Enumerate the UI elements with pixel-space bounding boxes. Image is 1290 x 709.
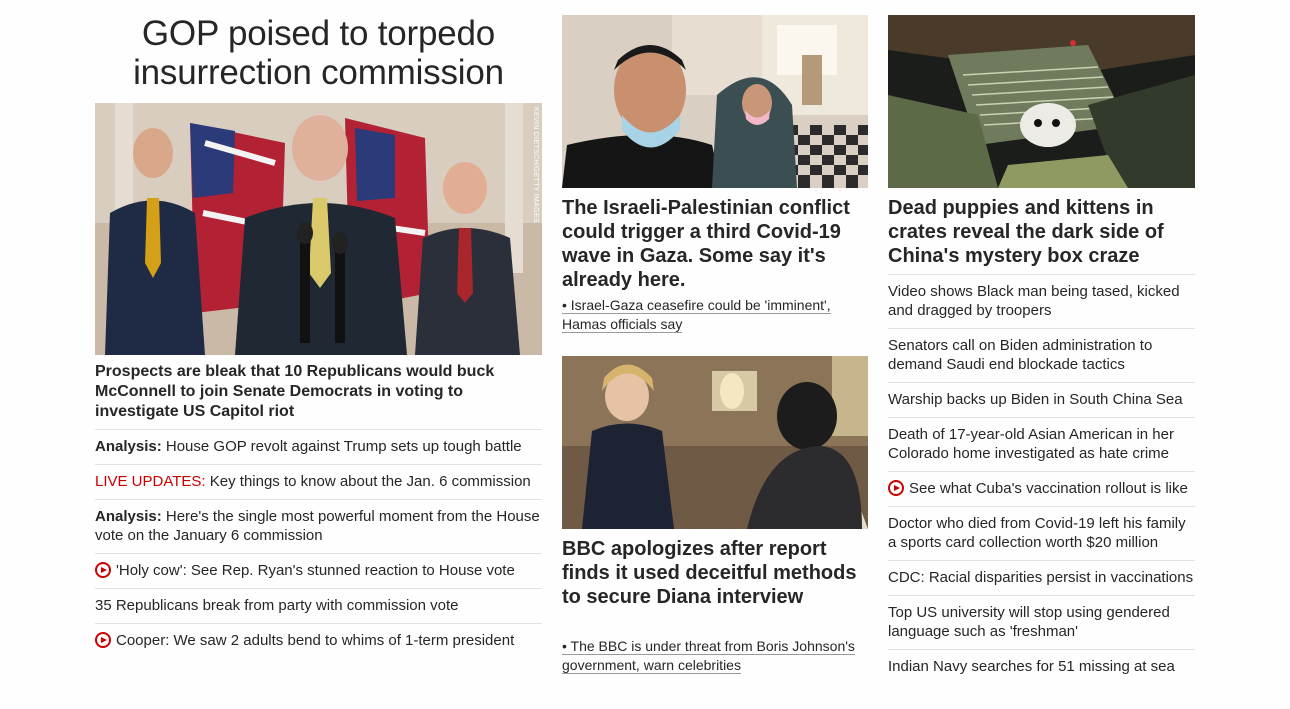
list-item[interactable]: 35 Republicans break from party with com… — [95, 588, 542, 623]
bbc-story-image[interactable] — [562, 356, 868, 529]
live-updates-label: LIVE UPDATES: — [95, 473, 206, 490]
list-item[interactable]: Analysis: House GOP revolt against Trump… — [95, 429, 542, 464]
bbc-related-link[interactable]: • The BBC is under threat from Boris Joh… — [562, 637, 868, 675]
list-item[interactable]: Cooper: We saw 2 adults bend to whims of… — [95, 623, 542, 658]
lead-story-image[interactable]: KEVIN DIETSCH/GETTY IMAGES — [95, 103, 542, 355]
play-icon — [888, 480, 904, 496]
list-item[interactable]: LIVE UPDATES: Key things to know about t… — [95, 464, 542, 499]
image-credit: KEVIN DIETSCH/GETTY IMAGES — [532, 107, 539, 223]
list-item[interactable]: Senators call on Biden administration to… — [888, 328, 1195, 382]
right-headline-list: Video shows Black man being tased, kicke… — [888, 274, 1195, 684]
lead-subheadline[interactable]: Prospects are bleak that 10 Republicans … — [95, 362, 535, 422]
list-item[interactable]: Analysis: Here's the single most powerfu… — [95, 499, 542, 553]
list-item[interactable]: See what Cuba's vaccination rollout is l… — [888, 471, 1195, 506]
puppies-story-image[interactable] — [888, 15, 1195, 188]
lead-related-list: Analysis: House GOP revolt against Trump… — [95, 429, 542, 658]
play-icon — [95, 562, 111, 578]
list-item[interactable]: Video shows Black man being tased, kicke… — [888, 274, 1195, 328]
bullet: • — [562, 638, 571, 655]
puppies-story-headline[interactable]: Dead puppies and kittens in crates revea… — [888, 196, 1188, 268]
list-item[interactable]: Death of 17-year-old Asian American in h… — [888, 417, 1195, 471]
list-item[interactable]: CDC: Racial disparities persist in vacci… — [888, 560, 1195, 595]
list-item[interactable]: Doctor who died from Covid-19 left his f… — [888, 506, 1195, 560]
gaza-related-link[interactable]: • Israel-Gaza ceasefire could be 'immine… — [562, 296, 862, 334]
lead-story-column: GOP poised to torpedo insurrection commi… — [95, 0, 542, 649]
lead-headline[interactable]: GOP poised to torpedo insurrection commi… — [95, 14, 542, 92]
list-item[interactable]: Indian Navy searches for 51 missing at s… — [888, 649, 1195, 684]
list-item[interactable]: 'Holy cow': See Rep. Ryan's stunned reac… — [95, 553, 542, 588]
gaza-story-headline[interactable]: The Israeli-Palestinian conflict could t… — [562, 196, 862, 292]
gaza-story-image[interactable] — [562, 15, 868, 188]
list-item[interactable]: Warship backs up Biden in South China Se… — [888, 382, 1195, 417]
bbc-story-headline[interactable]: BBC apologizes after report finds it use… — [562, 537, 862, 609]
bullet: • — [562, 297, 571, 314]
list-item[interactable]: Top US university will stop using gender… — [888, 595, 1195, 649]
play-icon — [95, 632, 111, 648]
